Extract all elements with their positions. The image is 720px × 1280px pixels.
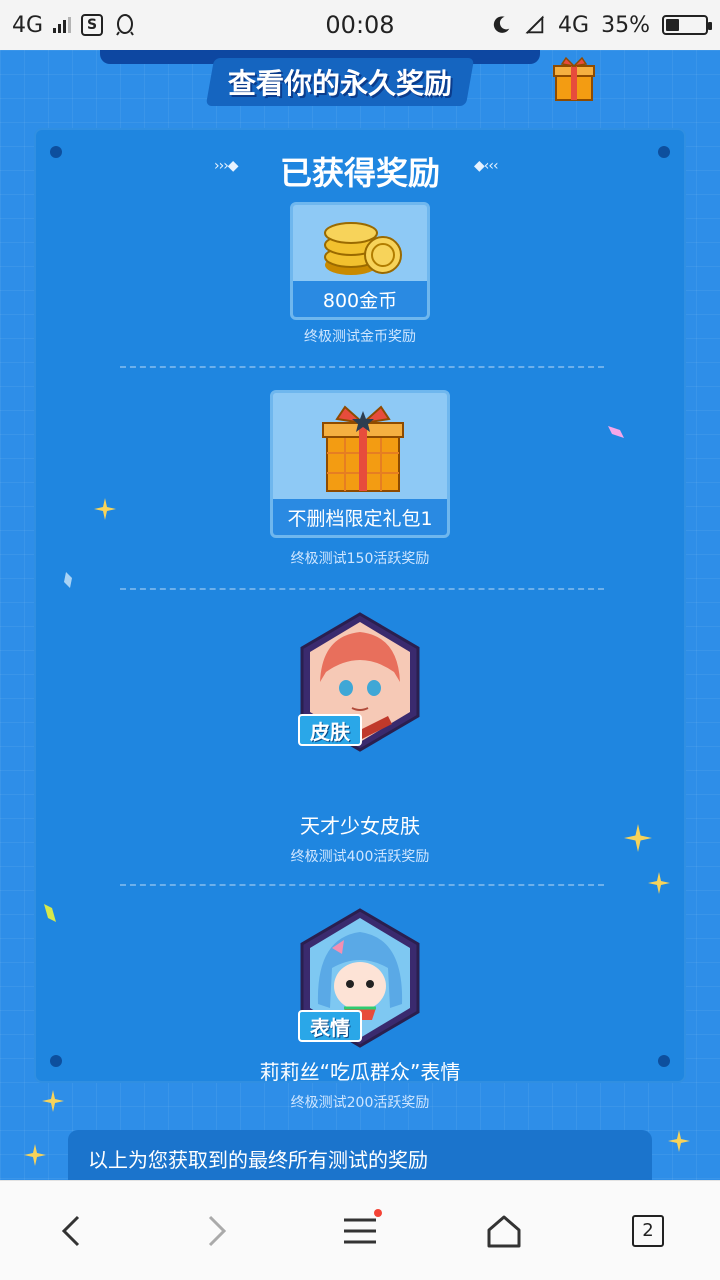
network-type-right: 4G [558, 12, 590, 38]
menu-button[interactable] [320, 1191, 400, 1271]
reward-caption: 终极测试150活跃奖励 [290, 551, 430, 567]
reward-card-gift[interactable]: 不删档限定礼包1 [270, 390, 450, 538]
network-type-left: 4G [12, 12, 44, 38]
back-button[interactable] [32, 1191, 112, 1271]
sparkle-icon [24, 1144, 46, 1166]
reward-card-emoji[interactable]: 表情 [298, 908, 422, 1048]
tabs-button[interactable]: 2 [608, 1191, 688, 1271]
title-decoration-right: ◆‹‹‹ [474, 158, 499, 174]
panel-title: 已获得奖励 [279, 154, 440, 192]
sparkle-icon [668, 1130, 690, 1152]
notification-dot [374, 1208, 382, 1217]
sparkle-icon [94, 498, 116, 520]
divider [120, 366, 604, 368]
tab-count: 2 [632, 1214, 664, 1247]
event-page[interactable]: 查看你的永久奖励 ›››◆ 已获得奖励 ◆‹‹‹ 800金币 终极测试金币奖励 … [0, 50, 720, 1180]
gold-coins-icon [324, 222, 402, 275]
gift-box-icon [553, 56, 595, 101]
divider [120, 588, 604, 590]
sparkle-icon [624, 824, 652, 852]
info-text: 以上为您获取到的最终所有测试的奖励 [88, 1148, 428, 1172]
browser-navbar: 2 [0, 1180, 720, 1280]
confetti-icon [44, 904, 56, 922]
battery-icon [662, 15, 712, 35]
banner-subtitle: 查看你的永久奖励 [228, 67, 453, 100]
emoji-tag: 表情 [298, 1010, 362, 1042]
reward-card-skin[interactable]: 皮肤 [298, 612, 422, 752]
confetti-icon [608, 426, 624, 438]
battery-percent: 35% [601, 12, 650, 38]
skin-tag: 皮肤 [298, 714, 362, 746]
reward-name: 不删档限定礼包1 [273, 499, 447, 535]
chevron-right-icon [208, 1215, 227, 1246]
moon-icon [493, 16, 510, 33]
confetti-icon [64, 572, 72, 588]
home-icon [487, 1215, 521, 1247]
reward-name: 天才少女皮肤 [300, 814, 420, 838]
rewards-panel: ›››◆ 已获得奖励 ◆‹‹‹ 800金币 终极测试金币奖励 不删档限定礼包1 … [34, 128, 686, 1111]
battery-fill [666, 19, 680, 31]
qq-icon [116, 14, 134, 36]
home-button[interactable] [464, 1191, 544, 1271]
reward-caption: 终极测试200活跃奖励 [290, 1095, 430, 1111]
clock: 00:08 [325, 11, 395, 39]
status-bar: 4G S 00:08 4G 35% [0, 0, 720, 50]
reward-name: 莉莉丝“吃瓜群众”表情 [259, 1060, 461, 1084]
sparkle-icon [42, 1090, 64, 1112]
menu-icon [344, 1218, 376, 1243]
chevron-left-icon [61, 1215, 80, 1246]
signal-icon [53, 17, 72, 33]
reward-caption: 终极测试400活跃奖励 [290, 849, 430, 865]
gift-box-icon [322, 405, 404, 492]
divider [120, 884, 604, 886]
reward-caption: 终极测试金币奖励 [304, 329, 416, 345]
s-app-icon: S [81, 14, 104, 36]
forward-button[interactable] [176, 1191, 256, 1271]
mute-icon [525, 15, 544, 34]
info-box: 以上为您获取到的最终所有测试的奖励 [68, 1130, 652, 1180]
header-banner: 查看你的永久奖励 [70, 50, 595, 114]
reward-card-coins[interactable]: 800金币 [290, 202, 430, 320]
reward-name: 800金币 [293, 281, 427, 317]
banner-subtitle-box: 查看你的永久奖励 [205, 58, 475, 106]
sparkle-icon [648, 872, 670, 894]
